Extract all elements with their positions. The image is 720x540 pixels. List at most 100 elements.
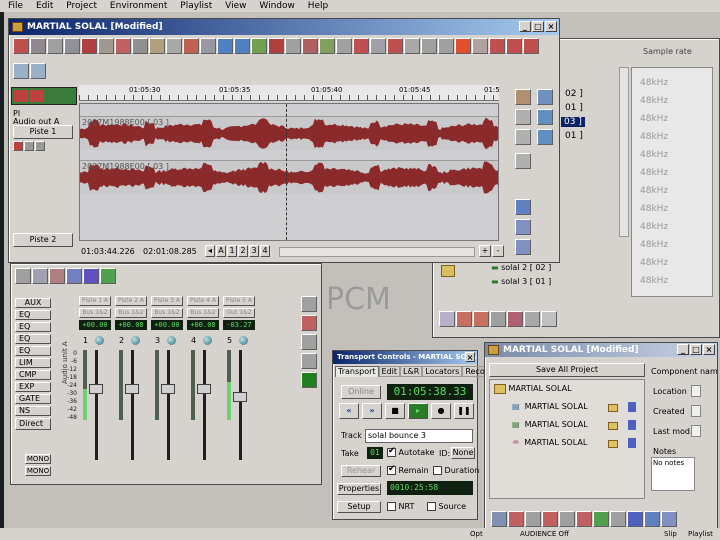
autotake-toggle[interactable]: Autotake	[387, 446, 434, 457]
autotake-checkbox[interactable]	[387, 446, 396, 457]
tool-icon[interactable]	[491, 511, 507, 527]
direct-button[interactable]: Direct	[15, 418, 51, 430]
tool-icon[interactable]	[13, 38, 29, 54]
horizontal-scrollbar[interactable]	[279, 247, 475, 257]
tool-icon[interactable]	[353, 38, 369, 54]
tool-icon[interactable]	[100, 268, 116, 284]
track-name-1[interactable]: Piste 1	[13, 125, 73, 139]
status-playlist[interactable]: Playlist	[688, 528, 713, 540]
fast-forward-button[interactable]: »	[362, 403, 382, 419]
tree-root[interactable]: MARTIAL SOLAL	[494, 382, 572, 396]
duration-checkbox[interactable]	[433, 466, 442, 475]
tool-icon[interactable]	[506, 38, 522, 54]
locator-3-button[interactable]: 3	[249, 245, 259, 257]
fader-handle[interactable]	[125, 384, 139, 394]
tool-icon[interactable]	[15, 268, 31, 284]
tool-icon[interactable]	[370, 38, 386, 54]
tab-transport[interactable]: Transport	[335, 366, 379, 377]
tool-icon[interactable]	[508, 511, 524, 527]
zoom-in-icon[interactable]: +	[479, 245, 491, 257]
tool-icon[interactable]	[507, 311, 523, 327]
id-select[interactable]: None	[451, 447, 475, 459]
tool-icon[interactable]	[523, 38, 539, 54]
tool-icon[interactable]	[47, 38, 63, 54]
track-name-2[interactable]: Piste 2	[13, 233, 73, 247]
pause-button[interactable]: ❚❚	[454, 403, 474, 419]
maximize-button[interactable]: □	[690, 344, 702, 355]
tool-icon[interactable]	[661, 511, 677, 527]
ns-button[interactable]: NS	[15, 406, 51, 416]
rehear-button[interactable]: Rehear	[341, 465, 381, 477]
tool-icon[interactable]	[537, 109, 553, 125]
playlist-titlebar[interactable]: MARTIAL SOLAL [Modified] _ □ ×	[9, 19, 559, 35]
menu-file[interactable]: File	[8, 1, 23, 11]
tree-item[interactable]: ♒ MARTIAL SOLAL	[512, 436, 587, 450]
track-area[interactable]: 2007M1988E00 [ 03 ] 2007M1988E00 [ 03 ]	[79, 103, 499, 241]
tool-icon[interactable]	[515, 89, 531, 105]
input-select[interactable]: Piste 1 A	[79, 296, 111, 306]
tool-icon[interactable]	[49, 268, 65, 284]
tool-icon[interactable]	[183, 38, 199, 54]
tool-icon[interactable]	[166, 38, 182, 54]
rec-icon[interactable]	[13, 141, 23, 151]
remain-toggle[interactable]: Remain	[387, 464, 429, 475]
tool-icon[interactable]	[472, 38, 488, 54]
tool-icon[interactable]	[336, 38, 352, 54]
tool-icon[interactable]	[593, 511, 609, 527]
tool-icon[interactable]	[132, 38, 148, 54]
tool-icon[interactable]	[217, 38, 233, 54]
lock-icon[interactable]	[13, 63, 29, 79]
tool-icon[interactable]	[627, 511, 643, 527]
mute-icon[interactable]	[24, 141, 34, 151]
rewind-button[interactable]: «	[339, 403, 359, 419]
tool-icon[interactable]	[301, 296, 317, 312]
limiter-button[interactable]: LIM	[15, 358, 51, 368]
close-button[interactable]: ×	[465, 352, 475, 362]
tree-item[interactable]: ▤ MARTIAL SOLAL	[512, 418, 588, 432]
tool-icon[interactable]	[644, 511, 660, 527]
mono-button[interactable]: MONO	[25, 466, 51, 476]
bus-select[interactable]: Bus 1&2	[151, 308, 183, 318]
tool-icon[interactable]	[251, 38, 267, 54]
save-all-button[interactable]: Save All Project	[489, 363, 645, 377]
play-button[interactable]: ▸	[408, 403, 428, 419]
tool-icon[interactable]	[515, 109, 531, 125]
remain-checkbox[interactable]	[387, 464, 396, 475]
tool-icon[interactable]	[387, 38, 403, 54]
tool-icon[interactable]	[537, 129, 553, 145]
tool-icon[interactable]	[301, 334, 317, 350]
tool-icon[interactable]	[515, 219, 531, 235]
tool-icon[interactable]	[541, 311, 557, 327]
tree-item[interactable]: ▬ solal 3 [ 01 ]	[491, 275, 551, 289]
tool-icon[interactable]	[490, 311, 506, 327]
tool-icon[interactable]	[83, 268, 99, 284]
gate-button[interactable]: GATE	[15, 394, 51, 404]
tool-icon[interactable]	[537, 89, 553, 105]
pan-knob[interactable]	[131, 336, 140, 345]
nrt-checkbox[interactable]	[387, 502, 396, 511]
eq-button[interactable]: EQ	[15, 322, 51, 332]
eq-button[interactable]: EQ	[15, 310, 51, 320]
locator-4-button[interactable]: 4	[260, 245, 270, 257]
menu-environment[interactable]: Environment	[110, 1, 167, 11]
pan-knob[interactable]	[239, 336, 248, 345]
status-slip[interactable]: Slip	[664, 528, 677, 540]
compressor-button[interactable]: CMP	[15, 370, 51, 380]
solo-icon[interactable]	[35, 141, 45, 151]
tool-icon[interactable]	[32, 268, 48, 284]
locator-a-button[interactable]: A	[216, 245, 226, 257]
scrollbar[interactable]	[619, 67, 629, 237]
locator-2-button[interactable]: 2	[238, 245, 248, 257]
nrt-toggle[interactable]: NRT	[387, 502, 414, 511]
tool-icon[interactable]	[149, 38, 165, 54]
created-field[interactable]	[691, 405, 701, 417]
tool-icon[interactable]	[64, 38, 80, 54]
tool-icon[interactable]	[268, 38, 284, 54]
minimize-button[interactable]: _	[519, 21, 531, 32]
tool-icon[interactable]	[301, 372, 317, 388]
mono-button[interactable]: MONO	[25, 454, 51, 464]
tool-icon[interactable]	[576, 511, 592, 527]
tool-icon[interactable]	[524, 311, 540, 327]
tool-icon[interactable]	[234, 38, 250, 54]
tool-icon[interactable]	[30, 38, 46, 54]
